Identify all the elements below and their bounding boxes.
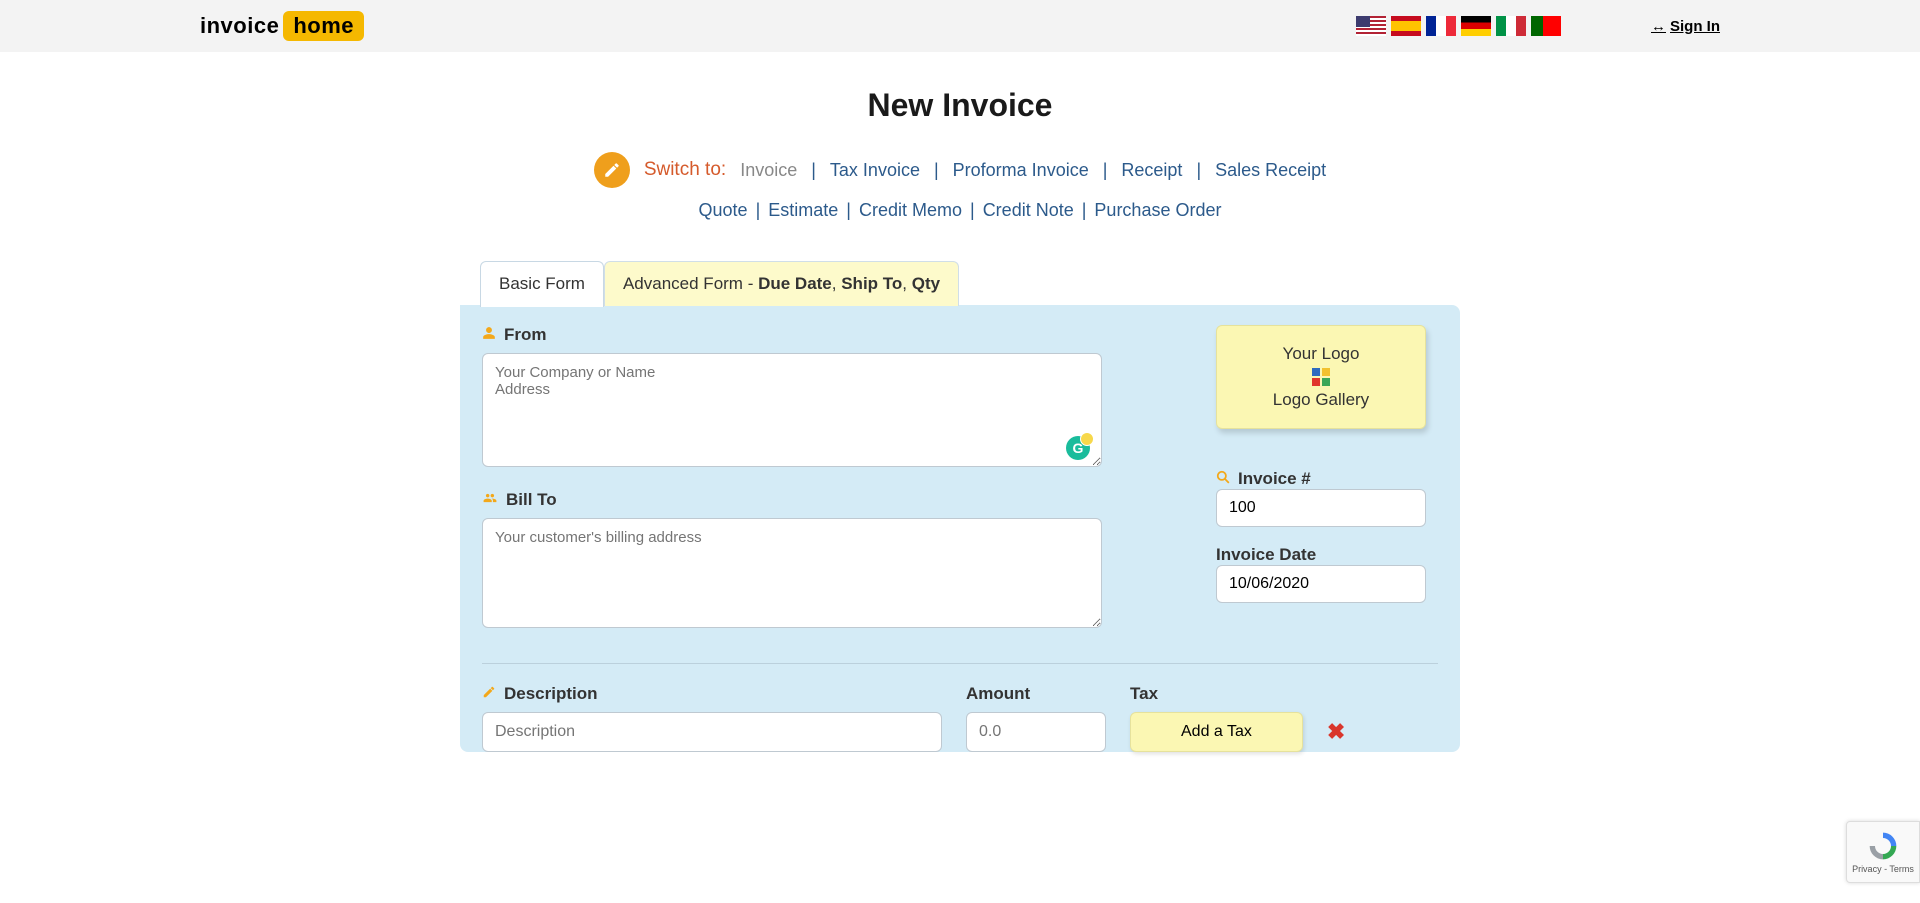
line-items-header: Description Amount Tax — [482, 684, 1438, 712]
flag-us[interactable] — [1356, 16, 1386, 36]
description-label: Description — [482, 684, 942, 704]
logo[interactable]: invoice home — [200, 11, 364, 41]
tab-advanced-form[interactable]: Advanced Form - Due Date, Ship To, Qty — [604, 261, 959, 306]
doc-type-switch-row1: Switch to: Invoice | Tax Invoice | Profo… — [460, 152, 1460, 188]
right-column: Your Logo Logo Gallery Invoice # Invoice… — [1126, 325, 1438, 633]
doc-type-switch-row2: Quote | Estimate | Credit Memo | Credit … — [460, 200, 1460, 221]
invoice-date-input[interactable] — [1216, 565, 1426, 603]
topbar: invoice home ↔ Sign In — [0, 0, 1920, 52]
flag-de[interactable] — [1461, 16, 1491, 36]
recaptcha-icon — [1867, 830, 1899, 862]
doc-type-proforma-invoice[interactable]: Proforma Invoice — [953, 160, 1089, 181]
form-tabs: Basic Form Advanced Form - Due Date, Shi… — [480, 261, 1460, 306]
pencil-icon — [594, 152, 630, 188]
people-icon — [482, 490, 498, 510]
doc-type-receipt[interactable]: Receipt — [1121, 160, 1182, 181]
flag-pt[interactable] — [1531, 16, 1561, 36]
tab-basic-form[interactable]: Basic Form — [480, 261, 604, 307]
form-row-1: From G Bill To — [482, 325, 1438, 633]
logo-invoice-text: invoice — [200, 13, 279, 39]
logo-box-line2: Logo Gallery — [1227, 390, 1415, 410]
add-tax-button[interactable]: Add a Tax — [1130, 712, 1303, 752]
signin-icon: ↔ — [1651, 18, 1666, 35]
logo-box-line1: Your Logo — [1227, 344, 1415, 364]
search-icon — [1216, 469, 1230, 489]
doc-type-invoice: Invoice — [740, 160, 797, 181]
flag-es[interactable] — [1391, 16, 1421, 36]
recaptcha-links[interactable]: Privacy - Terms — [1852, 864, 1914, 874]
description-input[interactable] — [482, 712, 942, 752]
page-title: New Invoice — [460, 87, 1460, 124]
invoice-number-label: Invoice # — [1216, 469, 1426, 489]
left-column: From G Bill To — [482, 325, 1102, 633]
from-label: From — [482, 325, 1102, 345]
doc-type-sales-receipt[interactable]: Sales Receipt — [1215, 160, 1326, 181]
header-right: ↔ Sign In — [1356, 16, 1720, 36]
doc-type-purchase-order[interactable]: Purchase Order — [1094, 200, 1221, 221]
recaptcha-badge: Privacy - Terms — [1846, 821, 1920, 883]
tax-label: Tax — [1130, 684, 1158, 704]
switch-to-label: Switch to: — [644, 159, 726, 181]
logo-gallery-icon — [1312, 368, 1330, 386]
grammarly-icon[interactable]: G — [1066, 436, 1090, 460]
doc-type-estimate[interactable]: Estimate — [768, 200, 838, 221]
remove-line-icon[interactable]: ✖ — [1327, 719, 1345, 745]
divider — [482, 663, 1438, 664]
logo-home-text: home — [283, 11, 364, 41]
person-icon — [482, 325, 496, 345]
doc-type-tax-invoice[interactable]: Tax Invoice — [830, 160, 920, 181]
main-container: New Invoice Switch to: Invoice | Tax Inv… — [460, 52, 1460, 752]
language-flags — [1356, 16, 1561, 36]
line-item-row: Add a Tax ✖ — [482, 712, 1438, 752]
billto-label: Bill To — [482, 490, 1102, 510]
invoice-number-input[interactable] — [1216, 489, 1426, 527]
doc-type-credit-note[interactable]: Credit Note — [983, 200, 1074, 221]
doc-type-credit-memo[interactable]: Credit Memo — [859, 200, 962, 221]
billto-input[interactable] — [482, 518, 1102, 628]
signin-link[interactable]: ↔ Sign In — [1651, 18, 1720, 35]
flag-fr[interactable] — [1426, 16, 1456, 36]
doc-type-quote[interactable]: Quote — [699, 200, 748, 221]
pencil-small-icon — [482, 684, 496, 704]
invoice-date-label: Invoice Date — [1216, 545, 1426, 565]
logo-upload-box[interactable]: Your Logo Logo Gallery — [1216, 325, 1426, 429]
invoice-form-panel: From G Bill To — [460, 305, 1460, 752]
amount-label: Amount — [966, 684, 1106, 704]
from-input[interactable] — [482, 353, 1102, 467]
flag-it[interactable] — [1496, 16, 1526, 36]
signin-label: Sign In — [1670, 18, 1720, 35]
amount-input[interactable] — [966, 712, 1106, 752]
